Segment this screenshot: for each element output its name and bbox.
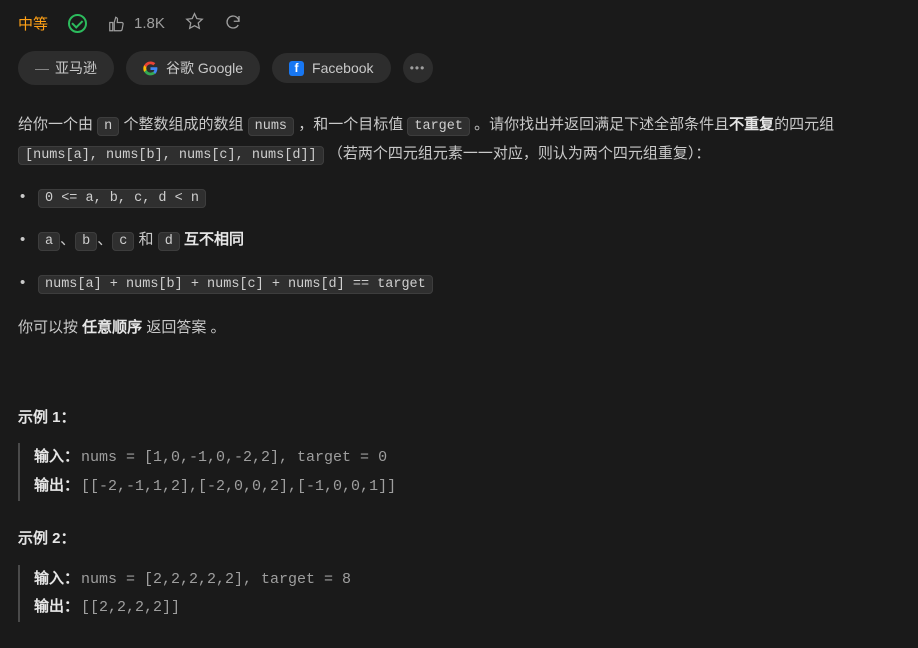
closing-paragraph: 你可以按 任意顺序 返回答案 。 — [18, 314, 900, 342]
code-n: n — [97, 117, 119, 136]
refresh-button[interactable] — [224, 13, 242, 35]
favorite-button[interactable] — [185, 12, 204, 35]
code-quadruple: [nums[a], nums[b], nums[c], nums[d]] — [18, 146, 324, 165]
more-tags-button[interactable]: ••• — [403, 53, 433, 83]
condition-item: 0 <= a, b, c, d < n — [18, 183, 900, 212]
output-value: [[2,2,2,2]] — [81, 599, 180, 616]
bold-text: 互不相同 — [184, 231, 244, 248]
code-nums: nums — [248, 117, 294, 136]
code-b: b — [75, 232, 97, 251]
text: 、 — [60, 231, 75, 248]
example-2-title: 示例 2： — [18, 525, 900, 553]
input-label: 输入： — [34, 570, 79, 587]
problem-content: 给你一个由 n 个整数组成的数组 nums ，和一个目标值 target 。请你… — [18, 111, 900, 622]
conditions-list: 0 <= a, b, c, d < n a、b、c 和 d 互不相同 nums[… — [18, 183, 900, 298]
example-1-body: 输入：nums = [1,0,-1,0,-2,2], target = 0 输出… — [18, 443, 900, 501]
code-cond3: nums[a] + nums[b] + nums[c] + nums[d] ==… — [38, 275, 433, 294]
text: 返回答案 。 — [142, 319, 225, 336]
like-count: 1.8K — [134, 15, 165, 32]
tag-prefix: — — [35, 60, 49, 76]
thumbs-up-icon — [107, 15, 126, 33]
output-value: [[-2,-1,1,2],[-2,0,0,2],[-1,0,0,1]] — [81, 478, 396, 495]
code-target: target — [407, 117, 470, 136]
text: 。请你找出并返回满足下述全部条件且 — [470, 116, 729, 133]
example-2-body: 输入：nums = [2,2,2,2,2], target = 8 输出：[[2… — [18, 565, 900, 623]
tag-label: 谷歌 Google — [166, 58, 243, 78]
text: （若两个四元组元素一一对应，则认为两个四元组重复）： — [324, 145, 711, 162]
code-d: d — [158, 232, 180, 251]
code-c: c — [112, 232, 134, 251]
code-a: a — [38, 232, 60, 251]
output-label: 输出： — [34, 477, 79, 494]
text: 给你一个由 — [18, 116, 97, 133]
google-icon — [143, 61, 158, 76]
text: 个整数组成的数组 — [119, 116, 247, 133]
condition-item: a、b、c 和 d 互不相同 — [18, 226, 900, 255]
company-tags-row: — 亚马逊 谷歌 Google f Facebook ••• — [18, 51, 900, 85]
text: ，和一个目标值 — [294, 116, 407, 133]
output-label: 输出： — [34, 598, 79, 615]
tag-google[interactable]: 谷歌 Google — [126, 51, 260, 85]
code-cond1: 0 <= a, b, c, d < n — [38, 189, 206, 208]
condition-item: nums[a] + nums[b] + nums[c] + nums[d] ==… — [18, 269, 900, 298]
description-paragraph: 给你一个由 n 个整数组成的数组 nums ，和一个目标值 target 。请你… — [18, 111, 900, 169]
tag-amazon[interactable]: — 亚马逊 — [18, 51, 114, 85]
like-button[interactable]: 1.8K — [107, 15, 165, 33]
bold-text: 任意顺序 — [82, 319, 142, 336]
top-bar: 中等 1.8K — [18, 12, 900, 35]
input-value: nums = [2,2,2,2,2], target = 8 — [81, 571, 351, 588]
bold-text: 不重复 — [729, 116, 774, 133]
text: 的四元组 — [774, 116, 834, 133]
tag-facebook[interactable]: f Facebook — [272, 53, 390, 83]
facebook-icon: f — [289, 61, 304, 76]
text: 和 — [134, 231, 157, 248]
text: 你可以按 — [18, 319, 82, 336]
text: 、 — [97, 231, 112, 248]
difficulty-badge: 中等 — [18, 13, 48, 34]
input-value: nums = [1,0,-1,0,-2,2], target = 0 — [81, 449, 387, 466]
tag-label: Facebook — [312, 60, 373, 76]
example-1-title: 示例 1： — [18, 404, 900, 432]
input-label: 输入： — [34, 448, 79, 465]
tag-label: 亚马逊 — [55, 58, 97, 78]
solved-check-icon — [68, 14, 87, 33]
